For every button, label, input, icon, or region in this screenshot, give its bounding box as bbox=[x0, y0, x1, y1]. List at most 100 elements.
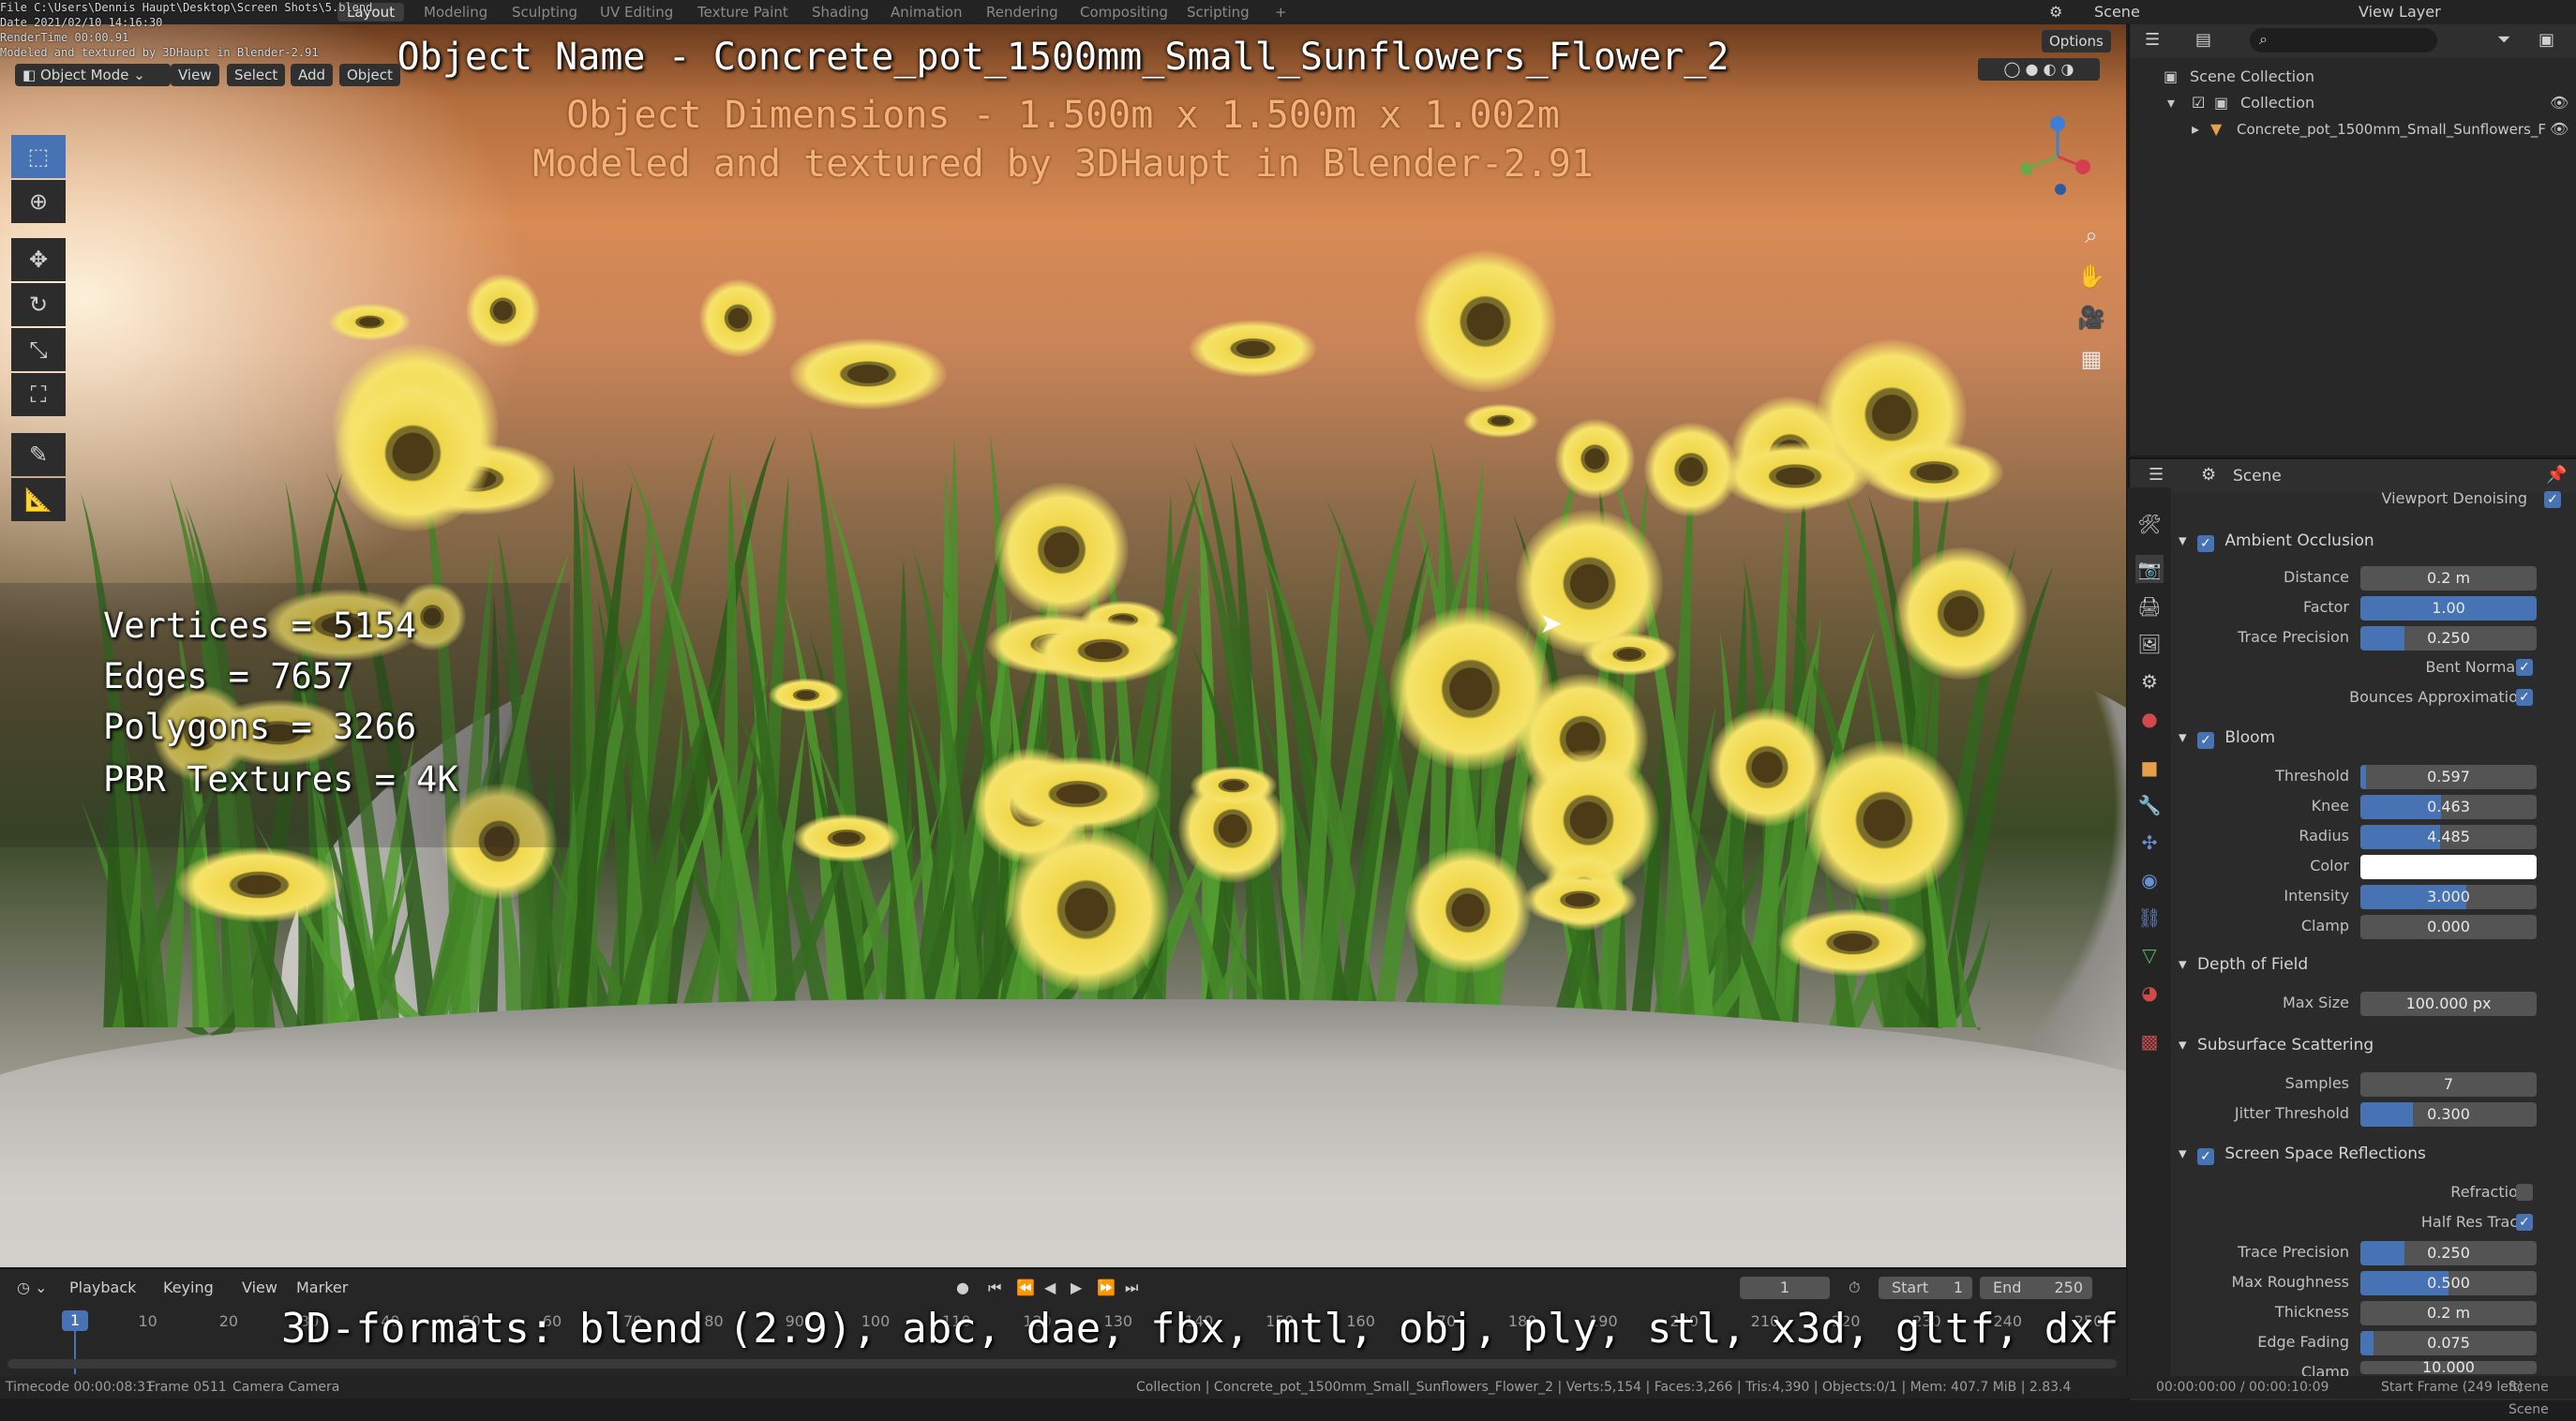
viewport-denoising-checkbox[interactable]: ✓ bbox=[2544, 491, 2561, 508]
editor-type-icon[interactable]: ☰ bbox=[2149, 465, 2164, 485]
transform-icon[interactable]: ⛶ bbox=[11, 373, 66, 416]
bloom-radius-slider[interactable]: 4.485 bbox=[2360, 825, 2537, 849]
bloom-color-swatch[interactable] bbox=[2360, 855, 2537, 879]
bloom-section[interactable]: ▾ ✓ Bloom bbox=[2179, 724, 2275, 752]
object-menu[interactable]: Object bbox=[339, 64, 400, 86]
camera-icon[interactable]: 🎥 bbox=[2074, 300, 2109, 336]
outliner-row-scene-collection[interactable]: ▣ Scene Collection bbox=[2130, 64, 2576, 90]
expand-icon[interactable]: ▾ bbox=[2167, 90, 2175, 116]
jump-start-icon[interactable]: ⏮ bbox=[988, 1279, 1001, 1297]
move-icon[interactable]: ✥ bbox=[11, 238, 66, 281]
bent-normals-checkbox[interactable]: ✓ bbox=[2516, 659, 2533, 676]
add-workspace-button[interactable]: + bbox=[1266, 3, 1296, 22]
subsurface-scattering-section[interactable]: ▾ Subsurface Scattering bbox=[2179, 1031, 2374, 1059]
editor-type-icon[interactable]: ◷ ⌄ bbox=[17, 1279, 47, 1296]
ssr-edge-fading-slider[interactable]: 0.075 bbox=[2360, 1331, 2537, 1355]
workspace-tab-rendering[interactable]: Rendering bbox=[977, 3, 1068, 22]
grid-icon[interactable]: ▦ bbox=[2074, 341, 2109, 377]
data-tab-icon[interactable]: ▽ bbox=[2135, 941, 2164, 969]
ao-factor-slider[interactable]: 1.00 bbox=[2360, 596, 2537, 621]
visibility-eye-icon[interactable]: 👁 bbox=[2550, 116, 2569, 142]
expand-icon[interactable]: ▸ bbox=[2192, 116, 2199, 142]
collapse-arrow-icon[interactable]: ▾ bbox=[2179, 531, 2187, 550]
select-menu[interactable]: Select bbox=[227, 64, 286, 86]
record-icon[interactable]: ● bbox=[956, 1279, 969, 1296]
shading-mode-icons[interactable]: ◯ ● ◐ ◑ bbox=[1978, 58, 2100, 81]
bloom-threshold-slider[interactable]: 0.597 bbox=[2360, 765, 2537, 789]
checkbox-icon[interactable]: ☑ bbox=[2192, 90, 2205, 116]
ssr-trace-precision-slider[interactable]: 0.250 bbox=[2360, 1241, 2537, 1265]
rotate-icon[interactable]: ↻ bbox=[11, 283, 66, 326]
ssr-max-roughness-slider[interactable]: 0.500 bbox=[2360, 1271, 2537, 1295]
pin-icon[interactable]: 📌 bbox=[2546, 465, 2567, 485]
current-frame-field[interactable]: 1 bbox=[1740, 1277, 1830, 1299]
add-menu[interactable]: Add bbox=[291, 64, 334, 86]
new-collection-icon[interactable]: ▣ bbox=[2539, 30, 2554, 50]
bloom-checkbox[interactable]: ✓ bbox=[2196, 732, 2214, 749]
workspace-tab-animation[interactable]: Animation bbox=[881, 3, 971, 22]
start-frame-field[interactable]: Start 1 bbox=[1879, 1277, 1972, 1299]
timeline-view-menu[interactable]: View bbox=[242, 1279, 277, 1296]
visibility-eye-icon[interactable]: 👁 bbox=[2550, 90, 2569, 116]
preview-range-icon[interactable]: ⏱ bbox=[1849, 1279, 1860, 1297]
scale-icon[interactable]: ⤡ bbox=[11, 328, 66, 371]
workspace-tab-modeling[interactable]: Modeling bbox=[414, 3, 497, 22]
zoom-icon[interactable]: ⌕ bbox=[2074, 217, 2109, 253]
world-tab-icon[interactable]: ● bbox=[2135, 705, 2164, 733]
collapse-arrow-icon[interactable]: ▾ bbox=[2179, 1036, 2187, 1055]
dof-max-size-field[interactable]: 100.000 px bbox=[2360, 992, 2537, 1016]
next-keyframe-icon[interactable]: ⏩ bbox=[1097, 1279, 1116, 1296]
keying-menu[interactable]: Keying bbox=[163, 1279, 214, 1296]
ssr-thickness-field[interactable]: 0.2 m bbox=[2360, 1301, 2537, 1325]
object-mode-dropdown[interactable]: ◧ Object Mode ⌄ bbox=[15, 64, 171, 86]
cursor-icon[interactable]: ⊕ bbox=[11, 180, 66, 223]
scene-selector[interactable]: Scene bbox=[2094, 3, 2140, 21]
select-box-icon[interactable]: ⬚ bbox=[11, 135, 66, 178]
workspace-tab-compositing[interactable]: Compositing bbox=[1071, 3, 1177, 22]
prev-keyframe-icon[interactable]: ⏪ bbox=[1016, 1279, 1035, 1296]
screen-space-reflections-section[interactable]: ▾ ✓ Screen Space Reflections bbox=[2179, 1140, 2426, 1168]
workspace-tab-sculpting[interactable]: Sculpting bbox=[502, 3, 587, 22]
play-reverse-icon[interactable]: ◀ bbox=[1044, 1279, 1056, 1296]
marker-menu[interactable]: Marker bbox=[296, 1279, 348, 1296]
annotate-icon[interactable]: ✎ bbox=[11, 433, 66, 476]
ambient-occlusion-section[interactable]: ▾ ✓ Ambient Occlusion bbox=[2179, 527, 2374, 555]
jump-end-icon[interactable]: ⏭ bbox=[1125, 1279, 1138, 1297]
ao-trace-precision-slider[interactable]: 0.250 bbox=[2360, 626, 2537, 651]
view-menu[interactable]: View bbox=[171, 64, 219, 86]
ssr-clamp-field[interactable]: 10.000 bbox=[2360, 1361, 2537, 1374]
end-frame-field[interactable]: End 250 bbox=[1980, 1277, 2092, 1299]
collapse-arrow-icon[interactable]: ▾ bbox=[2179, 728, 2187, 747]
collapse-arrow-icon[interactable]: ▾ bbox=[2179, 955, 2187, 974]
measure-icon[interactable]: 📐 bbox=[11, 478, 66, 521]
ssr-half-res-checkbox[interactable]: ✓ bbox=[2516, 1214, 2533, 1231]
workspace-tab-shading[interactable]: Shading bbox=[802, 3, 878, 22]
ssr-refraction-checkbox[interactable] bbox=[2516, 1184, 2533, 1201]
play-icon[interactable]: ▶ bbox=[1071, 1279, 1082, 1296]
outliner-row-object[interactable]: ▸ ▼ Concrete_pot_1500mm_Small_Sunflowers… bbox=[2130, 116, 2576, 142]
filter-icon[interactable]: ⏷ bbox=[2497, 30, 2510, 50]
playhead[interactable]: 1 bbox=[62, 1310, 88, 1331]
playback-menu[interactable]: Playback bbox=[69, 1279, 136, 1296]
outliner-search-input[interactable]: ⌕ bbox=[2250, 28, 2437, 52]
bloom-clamp-field[interactable]: 0.000 bbox=[2360, 915, 2537, 939]
ssr-checkbox[interactable]: ✓ bbox=[2196, 1148, 2214, 1165]
outliner-row-collection[interactable]: ▾ ☑ ▣ Collection 👁 bbox=[2130, 90, 2576, 116]
depth-of-field-section[interactable]: ▾ Depth of Field bbox=[2179, 950, 2308, 979]
bounces-approximation-checkbox[interactable]: ✓ bbox=[2516, 689, 2533, 706]
ao-distance-field[interactable]: 0.2 m bbox=[2360, 566, 2537, 591]
scene-tab-icon[interactable]: ⚙ bbox=[2135, 667, 2164, 696]
workspace-tab-uv-editing[interactable]: UV Editing bbox=[591, 3, 682, 22]
pan-hand-icon[interactable]: ✋ bbox=[2074, 259, 2109, 294]
options-dropdown[interactable]: Options bbox=[2042, 30, 2111, 52]
bloom-knee-slider[interactable]: 0.463 bbox=[2360, 795, 2537, 819]
bloom-intensity-slider[interactable]: 3.000 bbox=[2360, 885, 2537, 909]
tool-tab-icon[interactable]: 🛠 bbox=[2135, 510, 2164, 538]
collapse-arrow-icon[interactable]: ▾ bbox=[2179, 1144, 2187, 1163]
navigation-gizmo[interactable] bbox=[2015, 114, 2100, 199]
timeline-scrollbar[interactable] bbox=[7, 1359, 2117, 1369]
scene-selector-icon[interactable]: ⚙ bbox=[2049, 3, 2062, 21]
3d-viewport[interactable]: Vertices = 5154 Edges = 7657 Polygons = … bbox=[0, 24, 2126, 1267]
view-layer-selector[interactable]: View Layer bbox=[2359, 3, 2441, 21]
sss-samples-field[interactable]: 7 bbox=[2360, 1072, 2537, 1097]
